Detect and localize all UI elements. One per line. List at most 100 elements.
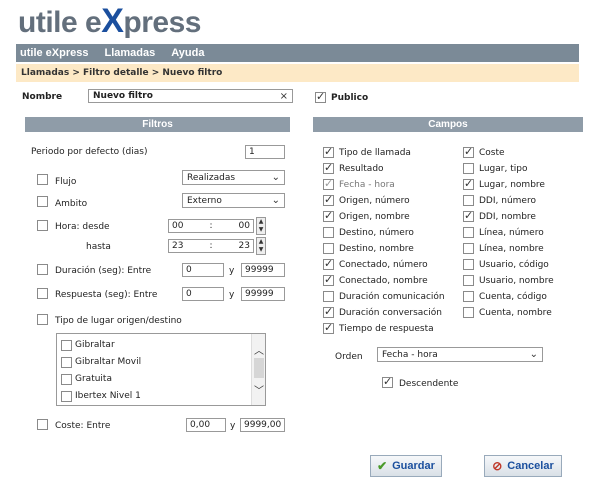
- campo-checkbox[interactable]: [463, 227, 474, 238]
- hora-hasta-input[interactable]: 23 : 23: [168, 239, 254, 253]
- campo-checkbox[interactable]: [323, 145, 334, 158]
- campo-checkbox[interactable]: [463, 259, 474, 270]
- campo-checkbox[interactable]: [323, 291, 334, 302]
- campo-label: Línea, número: [479, 228, 544, 238]
- nombre-label: Nombre: [22, 92, 63, 102]
- ambito-select[interactable]: Externo ⌄: [182, 193, 285, 208]
- campo-label: Resultado: [339, 164, 384, 174]
- coste-min-input[interactable]: 0,00: [186, 418, 226, 432]
- campo-checkbox[interactable]: [323, 209, 334, 222]
- cancelar-label: Cancelar: [507, 460, 554, 472]
- campo-checkbox[interactable]: [463, 243, 474, 254]
- hora-checkbox[interactable]: [37, 220, 48, 231]
- list-item-checkbox[interactable]: [61, 339, 72, 351]
- chevron-up-icon[interactable]: ︿: [252, 342, 265, 357]
- spin-down-icon[interactable]: ▼: [257, 226, 265, 234]
- time-colon: :: [209, 221, 213, 231]
- hora-desde-hours: 00: [172, 221, 184, 231]
- list-item-checkbox[interactable]: [61, 373, 72, 385]
- scrollbar-thumb[interactable]: [254, 358, 264, 378]
- y-label: y: [230, 421, 236, 431]
- campo-checkbox[interactable]: [323, 193, 334, 206]
- campo-label: Usuario, nombre: [479, 276, 554, 286]
- app-logo: utile eXpress: [18, 2, 201, 42]
- descendente-checkbox[interactable]: [382, 375, 393, 388]
- nombre-value: Nuevo filtro: [93, 91, 153, 101]
- campo-checkbox[interactable]: [323, 227, 334, 238]
- campo-label: Conectado, nombre: [339, 276, 428, 286]
- hora-hasta-hours: 23: [172, 241, 184, 251]
- campo-checkbox[interactable]: [463, 195, 474, 206]
- campo-label: Conectado, número: [339, 260, 428, 270]
- campo-checkbox[interactable]: [323, 321, 334, 334]
- guardar-button[interactable]: ✔ Guardar: [370, 455, 442, 477]
- respuesta-min-input[interactable]: 0: [182, 287, 224, 301]
- hora-desde-input[interactable]: 00 : 00: [168, 219, 254, 233]
- respuesta-checkbox[interactable]: [37, 288, 48, 299]
- duracion-min-input[interactable]: 0: [182, 263, 224, 277]
- campo-checkbox[interactable]: [323, 243, 334, 254]
- respuesta-max-input[interactable]: 99999: [241, 287, 285, 301]
- nombre-input[interactable]: Nuevo filtro ×: [88, 89, 293, 103]
- hora-hasta-spinner[interactable]: ▲ ▼: [256, 237, 266, 255]
- campo-checkbox[interactable]: [463, 177, 474, 190]
- campo-checkbox[interactable]: [463, 275, 474, 286]
- breadcrumb: Llamadas > Filtro detalle > Nuevo filtro: [16, 64, 579, 82]
- campo-checkbox[interactable]: [323, 305, 334, 318]
- campo-label: Tiempo de respuesta: [339, 324, 434, 334]
- respuesta-label: Respuesta (seg): Entre: [55, 290, 158, 300]
- menu-item-llamadas[interactable]: Llamadas: [104, 47, 155, 59]
- duracion-max-input[interactable]: 99999: [241, 263, 285, 277]
- list-item[interactable]: Gratuita: [61, 371, 112, 387]
- menu-item-ayuda[interactable]: Ayuda: [171, 47, 204, 59]
- campo-checkbox[interactable]: [323, 273, 334, 286]
- periodo-input[interactable]: 1: [245, 145, 285, 159]
- cancel-icon: ⊘: [492, 459, 503, 473]
- campo-checkbox[interactable]: [463, 307, 474, 318]
- list-item-label: Gratuita: [75, 374, 112, 384]
- campo-checkbox[interactable]: [323, 257, 334, 270]
- orden-select[interactable]: Fecha - hora ⌄: [377, 347, 543, 362]
- hora-desde-spinner[interactable]: ▲ ▼: [256, 217, 266, 235]
- spin-down-icon[interactable]: ▼: [257, 246, 265, 254]
- campo-checkbox[interactable]: [463, 163, 474, 174]
- tipo-lugar-label: Tipo de lugar origen/destino: [55, 316, 182, 326]
- coste-checkbox[interactable]: [37, 419, 48, 430]
- campo-label: Tipo de llamada: [339, 148, 411, 158]
- coste-max-input[interactable]: 9999,00: [240, 418, 285, 432]
- time-colon: :: [209, 241, 213, 251]
- listbox-scrollbar[interactable]: ︿ ﹀: [251, 334, 265, 405]
- cancelar-button[interactable]: ⊘ Cancelar: [484, 455, 562, 477]
- clear-icon[interactable]: ×: [280, 91, 288, 102]
- duracion-checkbox[interactable]: [37, 264, 48, 275]
- list-item-checkbox[interactable]: [61, 390, 72, 402]
- campo-checkbox[interactable]: [463, 291, 474, 302]
- list-item-label: Ibertex Nivel 1: [75, 391, 141, 401]
- flujo-checkbox[interactable]: [37, 174, 48, 185]
- chevron-down-icon[interactable]: ﹀: [252, 382, 265, 397]
- list-item-label: Gibraltar Movil: [75, 357, 142, 367]
- campo-checkbox[interactable]: [463, 145, 474, 158]
- menu-item-utile-express[interactable]: utile eXpress: [20, 47, 88, 59]
- y-label: y: [229, 266, 235, 276]
- list-item-checkbox[interactable]: [61, 356, 72, 368]
- descendente-label: Descendente: [399, 379, 459, 389]
- spin-up-icon[interactable]: ▲: [257, 238, 265, 246]
- menu-bar: utile eXpress Llamadas Ayuda: [16, 44, 579, 62]
- campo-checkbox[interactable]: [463, 209, 474, 222]
- orden-select-value: Fecha - hora: [382, 349, 438, 360]
- spin-up-icon[interactable]: ▲: [257, 218, 265, 226]
- list-item[interactable]: Gibraltar Movil: [61, 354, 141, 370]
- tipo-lugar-listbox[interactable]: Gibraltar Gibraltar Movil Gratuita Ibert…: [56, 333, 266, 406]
- list-item[interactable]: Gibraltar: [61, 337, 115, 353]
- publico-checkbox[interactable]: [315, 90, 326, 103]
- list-item[interactable]: Ibertex Nivel 1: [61, 388, 141, 404]
- ambito-checkbox[interactable]: [37, 196, 48, 207]
- tipo-lugar-checkbox[interactable]: [37, 314, 48, 325]
- flujo-select[interactable]: Realizadas ⌄: [182, 170, 285, 185]
- periodo-label: Periodo por defecto (dias): [31, 147, 148, 157]
- hora-desde-minutes: 00: [238, 221, 250, 231]
- campo-checkbox[interactable]: [323, 161, 334, 174]
- campo-label: Cuenta, código: [479, 292, 547, 302]
- logo-x: X: [101, 2, 124, 40]
